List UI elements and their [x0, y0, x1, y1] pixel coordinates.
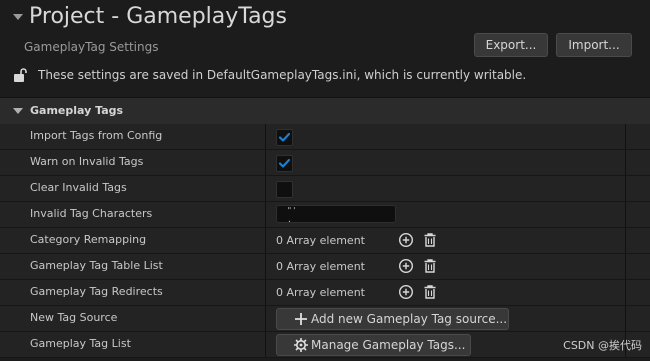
array-count: 0 Array element	[276, 260, 365, 273]
plus-icon	[295, 313, 307, 325]
export-button[interactable]: Export...	[474, 33, 548, 57]
settings-header: Project - GameplayTags GameplayTag Setti…	[0, 0, 650, 96]
delete-all-trash-icon[interactable]	[422, 258, 438, 274]
manage-tags-button[interactable]: Manage Gameplay Tags...	[276, 334, 471, 356]
clear-invalid-tags-checkbox[interactable]	[276, 181, 293, 198]
array-count: 0 Array element	[276, 286, 365, 299]
page-subtitle: GameplayTag Settings	[24, 40, 159, 54]
checkmark-icon	[278, 132, 291, 142]
add-element-icon[interactable]	[398, 232, 414, 248]
property-label: Gameplay Tag List	[30, 337, 131, 350]
delete-all-trash-icon[interactable]	[422, 284, 438, 300]
section-expand-arrow-icon[interactable]	[13, 108, 23, 114]
property-label: New Tag Source	[30, 311, 118, 324]
property-label: Warn on Invalid Tags	[30, 155, 144, 168]
property-label: Invalid Tag Characters	[30, 207, 153, 220]
add-tag-source-label: Add new Gameplay Tag source...	[311, 312, 508, 326]
invalid-tag-characters-input[interactable]: "' ,	[276, 205, 396, 223]
property-row-warn-on-invalid-tags: Warn on Invalid Tags	[0, 150, 650, 176]
delete-all-trash-icon[interactable]	[422, 232, 438, 248]
property-label: Clear Invalid Tags	[30, 181, 127, 194]
property-label: Gameplay Tag Table List	[30, 259, 163, 272]
input-text-line2: ,	[287, 215, 292, 223]
section-title: Gameplay Tags	[30, 104, 124, 117]
manage-tags-label: Manage Gameplay Tags...	[311, 338, 466, 352]
array-count: 0 Array element	[276, 234, 365, 247]
import-button[interactable]: Import...	[556, 33, 632, 57]
section-gameplay-tags[interactable]: Gameplay Tags	[0, 97, 650, 125]
import-tags-checkbox[interactable]	[276, 129, 293, 146]
property-row-import-tags-from-config: Import Tags from Config	[0, 124, 650, 150]
warn-invalid-tags-checkbox[interactable]	[276, 155, 293, 172]
watermark: CSDN @挨代码	[563, 339, 642, 352]
property-row-category-remapping: Category Remapping 0 Array element	[0, 228, 650, 254]
config-notice: These settings are saved in DefaultGamep…	[38, 68, 527, 82]
input-text-line1: "'	[287, 206, 297, 215]
property-row-gameplay-tag-list: Gameplay Tag List Manage Gameplay Tags..…	[0, 332, 650, 358]
add-element-icon[interactable]	[398, 258, 414, 274]
property-list: Import Tags from Config Warn on Invalid …	[0, 124, 650, 358]
add-tag-source-button[interactable]: Add new Gameplay Tag source...	[276, 308, 509, 330]
checkmark-icon	[278, 158, 291, 168]
gear-icon	[294, 338, 308, 352]
page-title: Project - GameplayTags	[29, 4, 287, 29]
property-row-invalid-tag-characters: Invalid Tag Characters "' ,	[0, 202, 650, 228]
property-label: Gameplay Tag Redirects	[30, 285, 163, 298]
property-row-new-tag-source: New Tag Source Add new Gameplay Tag sour…	[0, 306, 650, 332]
unlocked-padlock-icon	[14, 68, 27, 82]
property-row-gameplay-tag-table-list: Gameplay Tag Table List 0 Array element	[0, 254, 650, 280]
collapse-arrow-icon[interactable]	[13, 14, 23, 20]
property-row-clear-invalid-tags: Clear Invalid Tags	[0, 176, 650, 202]
property-label: Import Tags from Config	[30, 129, 163, 142]
property-row-gameplay-tag-redirects: Gameplay Tag Redirects 0 Array element	[0, 280, 650, 306]
add-element-icon[interactable]	[398, 284, 414, 300]
property-label: Category Remapping	[30, 233, 147, 246]
